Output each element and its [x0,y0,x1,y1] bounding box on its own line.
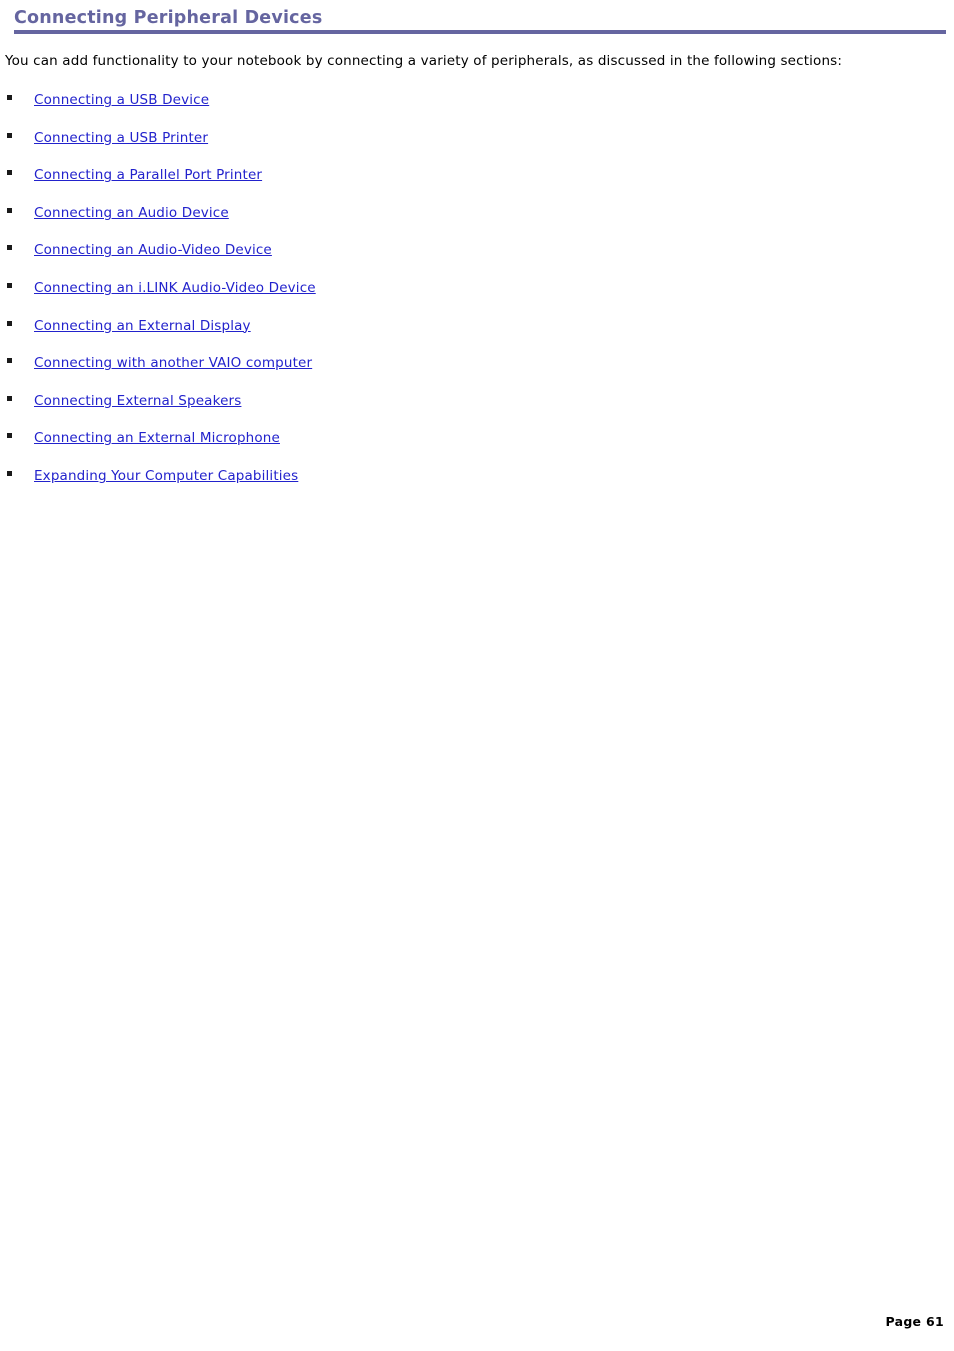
list-item: Connecting a USB Printer [0,127,940,165]
square-bullet-icon [7,395,12,401]
list-item: Connecting an Audio-Video Device [0,239,940,277]
link-connecting-a-usb-printer[interactable]: Connecting a USB Printer [34,130,208,147]
link-connecting-with-another-vaio-computer[interactable]: Connecting with another VAIO computer [34,355,312,372]
link-connecting-an-audio-device[interactable]: Connecting an Audio Device [34,205,229,222]
link-connecting-an-external-microphone[interactable]: Connecting an External Microphone [34,430,280,447]
list-item: Connecting a Parallel Port Printer [0,164,940,202]
section-link-list: Connecting a USB Device Connecting a USB… [0,89,940,503]
square-bullet-icon [7,320,12,326]
link-expanding-your-computer-capabilities[interactable]: Expanding Your Computer Capabilities [34,468,298,485]
square-bullet-icon [7,433,12,439]
list-item: Connecting an External Microphone [0,427,940,465]
page-title: Connecting Peripheral Devices [14,8,323,28]
list-item: Connecting with another VAIO computer [0,352,940,390]
list-item: Connecting External Speakers [0,390,940,428]
link-connecting-a-usb-device[interactable]: Connecting a USB Device [34,92,209,109]
list-item: Connecting an External Display [0,315,940,353]
link-connecting-an-ilink-audio-video-device[interactable]: Connecting an i.LINK Audio-Video Device [34,280,316,297]
list-item: Connecting an i.LINK Audio-Video Device [0,277,940,315]
heading-divider [14,30,946,34]
page-number-footer: Page 61 [885,1314,944,1329]
list-item: Connecting a USB Device [0,89,940,127]
square-bullet-icon [7,170,12,176]
square-bullet-icon [7,95,12,100]
square-bullet-icon [7,132,12,138]
square-bullet-icon [7,207,12,213]
document-page: Connecting Peripheral Devices You can ad… [0,0,954,1351]
link-connecting-a-parallel-port-printer[interactable]: Connecting a Parallel Port Printer [34,167,262,184]
square-bullet-icon [7,245,12,251]
square-bullet-icon [7,282,12,288]
square-bullet-icon [7,470,12,476]
page-heading-block: Connecting Peripheral Devices [0,8,954,34]
intro-paragraph: You can add functionality to your notebo… [5,53,843,69]
list-item: Connecting an Audio Device [0,202,940,240]
link-connecting-external-speakers[interactable]: Connecting External Speakers [34,393,241,410]
square-bullet-icon [7,358,12,364]
list-item: Expanding Your Computer Capabilities [0,465,940,503]
link-connecting-an-audio-video-device[interactable]: Connecting an Audio-Video Device [34,242,272,259]
link-connecting-an-external-display[interactable]: Connecting an External Display [34,318,251,335]
